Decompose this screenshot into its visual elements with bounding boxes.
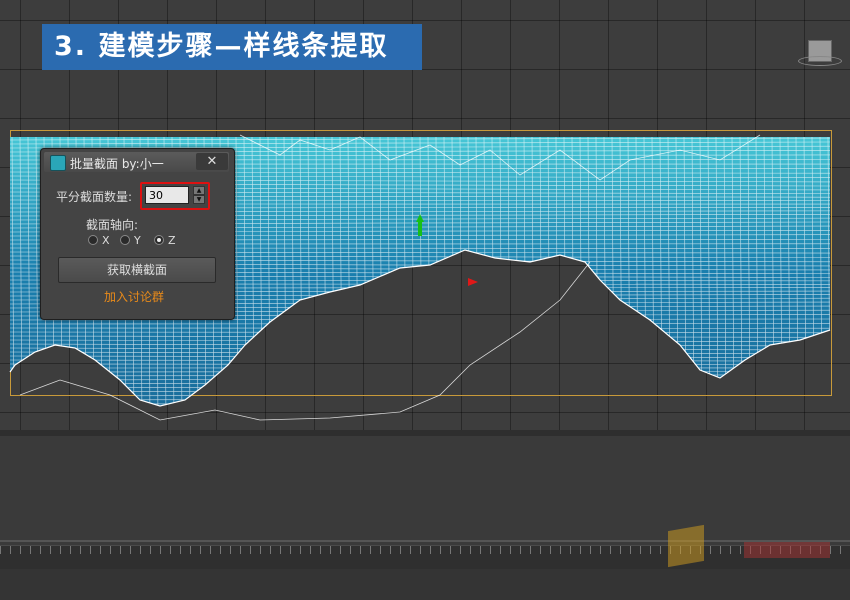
axis-radio-x-label: X <box>102 234 110 247</box>
radio-dot-icon <box>88 235 98 245</box>
gizmo-x-arrow-icon[interactable] <box>468 278 478 286</box>
spin-up-icon[interactable]: ▲ <box>193 186 205 195</box>
join-discussion-link[interactable]: 加入讨论群 <box>104 288 164 305</box>
section-count-input[interactable] <box>145 186 189 204</box>
dialog-title: 批量截面 by:小一 <box>70 157 164 171</box>
dialog-titlebar[interactable]: 批量截面 by:小一 ✕ <box>44 152 229 172</box>
section-count-label: 平分截面数量: <box>56 190 133 204</box>
panel-divider <box>0 430 850 436</box>
mesh-line <box>10 416 830 417</box>
mesh-line <box>10 394 830 397</box>
get-section-button[interactable]: 获取横截面 <box>58 257 216 283</box>
mesh-line <box>10 412 830 413</box>
close-button[interactable]: ✕ <box>196 153 228 170</box>
gizmo-y-axis-icon[interactable] <box>418 220 422 236</box>
mesh-line <box>10 398 830 401</box>
logo-cube-icon <box>668 524 704 568</box>
app-icon <box>50 155 66 171</box>
radio-dot-icon <box>154 235 164 245</box>
axis-radio-y-label: Y <box>134 234 141 247</box>
spin-down-icon[interactable]: ▼ <box>193 195 205 204</box>
watermark-logo <box>668 520 830 580</box>
section-axis-label: 截面轴向: <box>86 218 139 232</box>
axis-radio-z-label: Z <box>168 234 176 247</box>
perspective-viewport[interactable]: 3. 建模步骤—样线条提取 批量截面 by:小一 ✕ 平分截面数量: 30 ▲ … <box>0 0 850 430</box>
radio-dot-icon <box>120 235 130 245</box>
logo-text-block <box>744 542 830 558</box>
